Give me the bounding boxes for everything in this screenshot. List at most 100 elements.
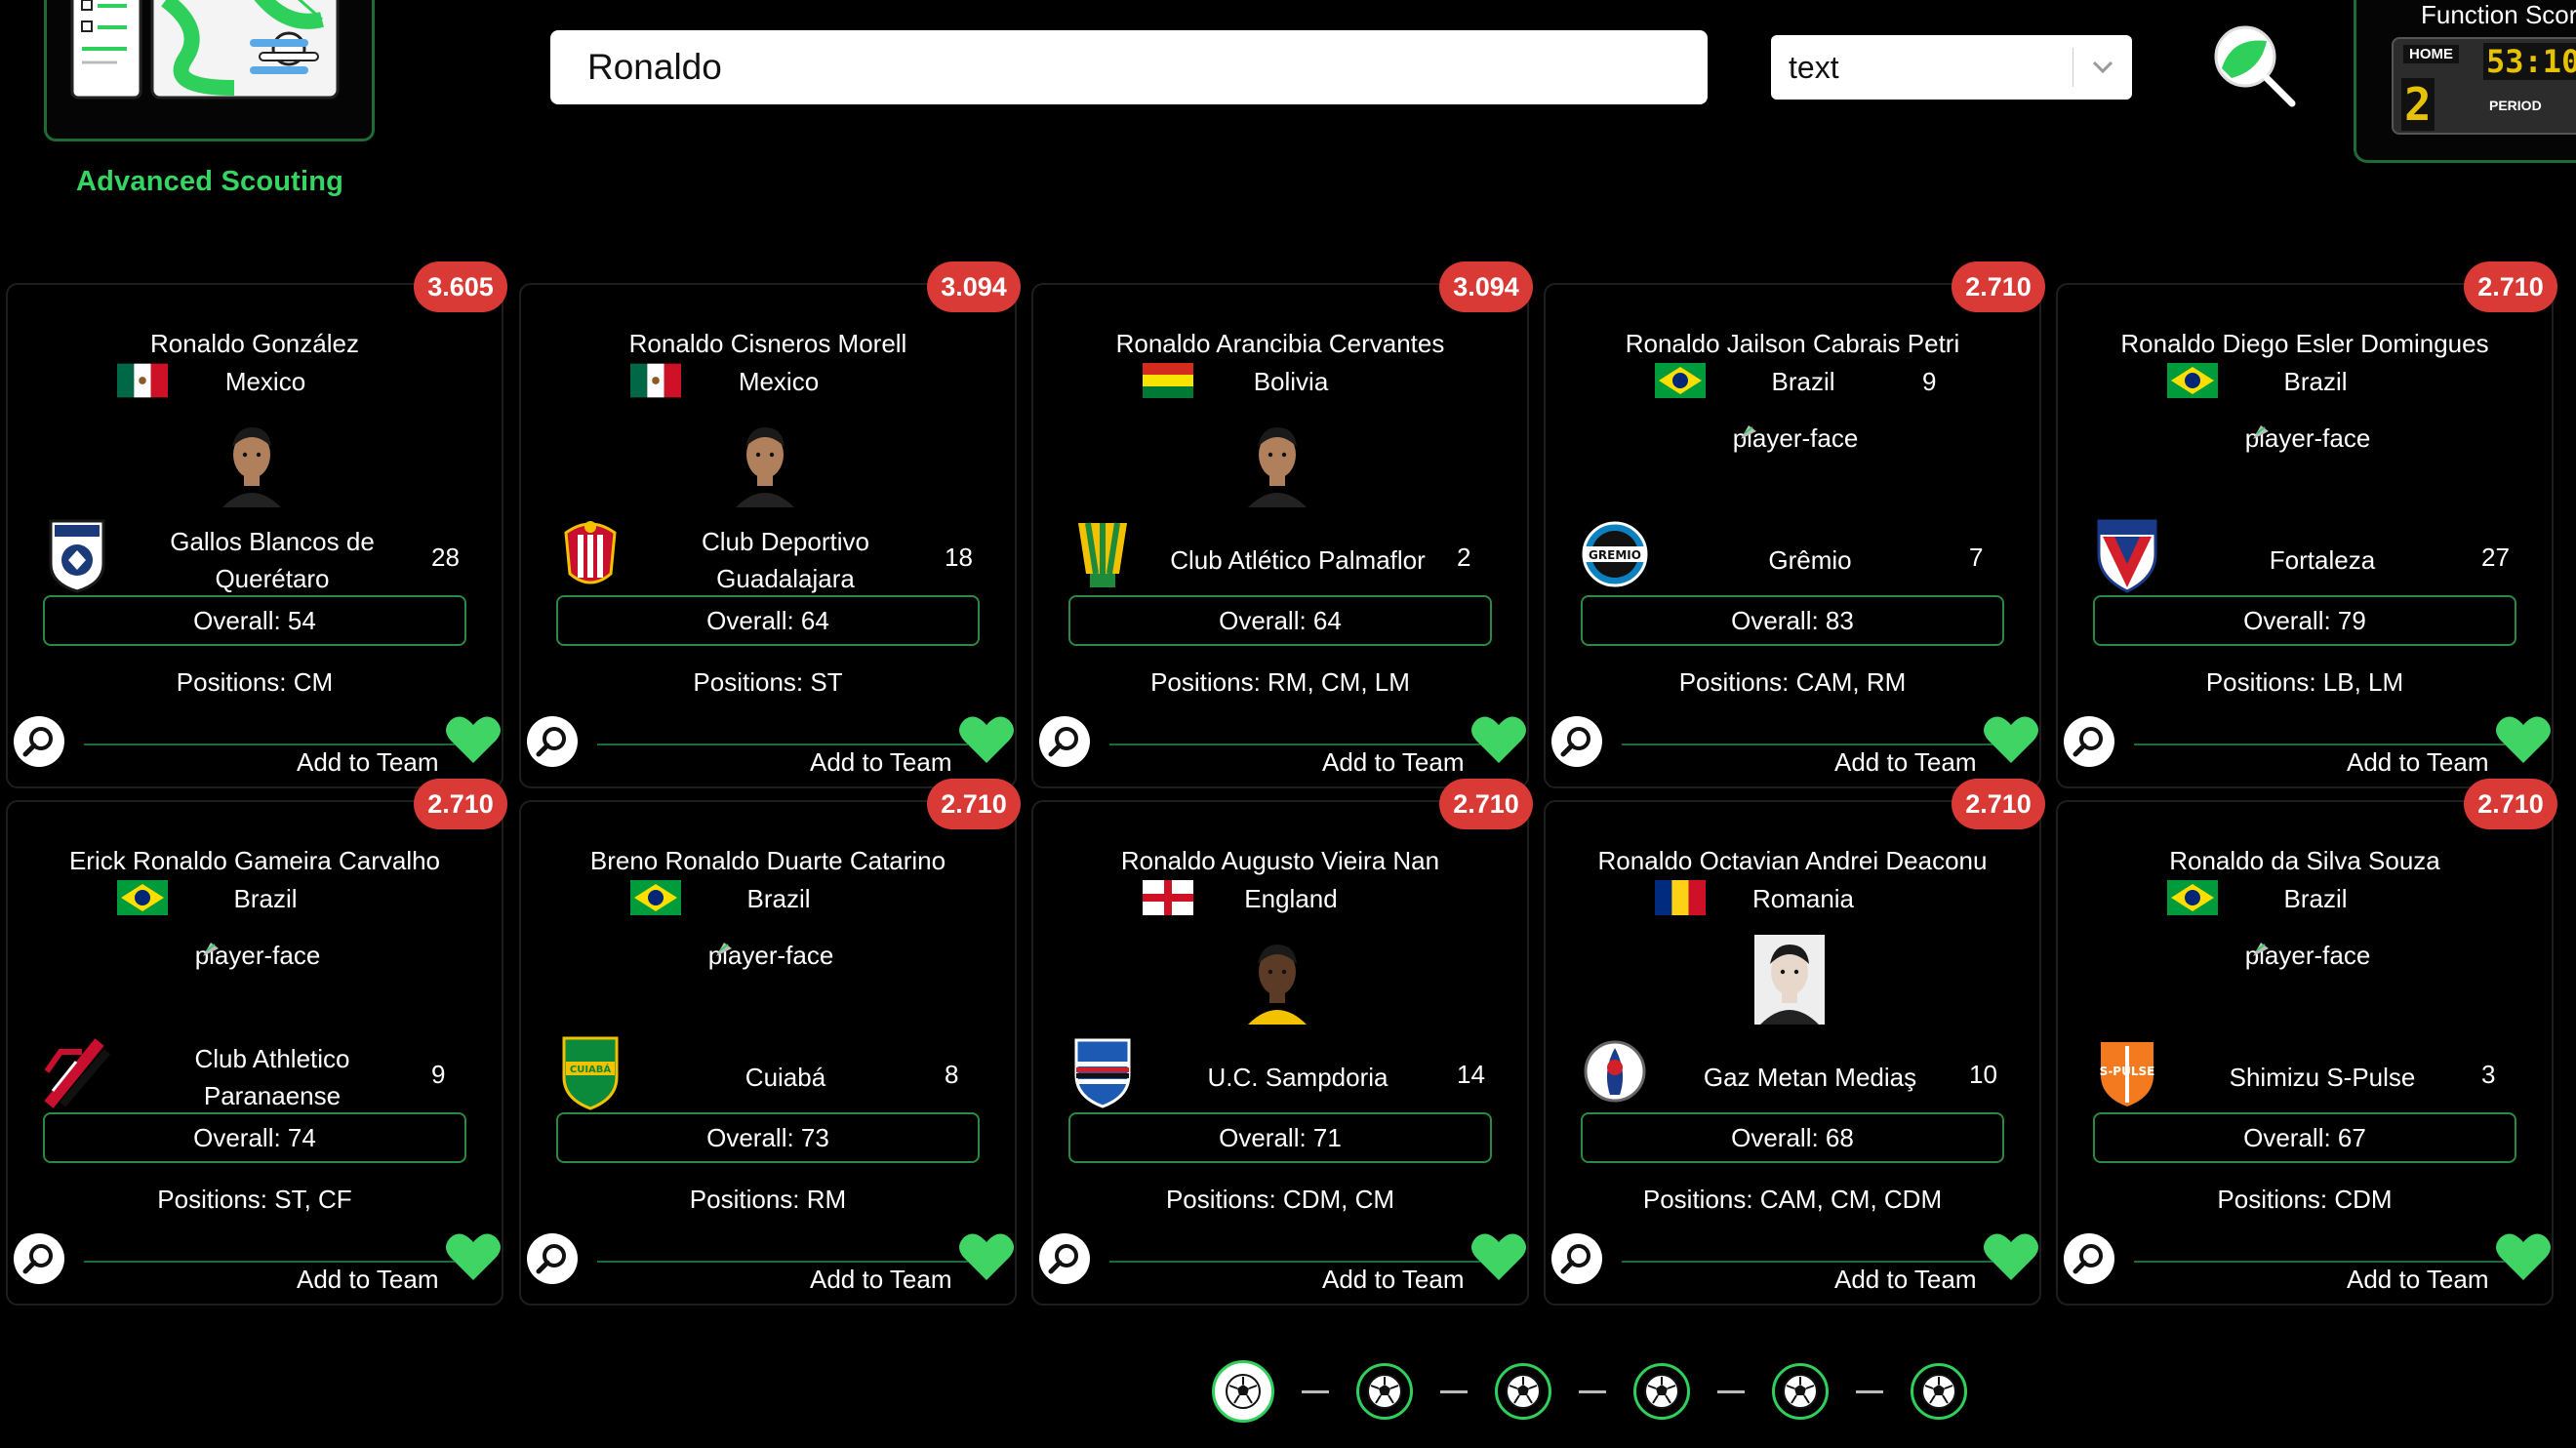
match-score-badge: 2.710 [2464, 779, 2557, 829]
card-divider [1109, 1261, 1480, 1263]
club-logo-icon: CUIABÁ [556, 1032, 624, 1110]
player-name: Ronaldo da Silva Souza [2169, 846, 2440, 875]
page-ball-icon[interactable] [1495, 1363, 1551, 1420]
player-card[interactable]: 2.710 Ronaldo Octavian Andrei Deaconu Roma… [1544, 779, 2045, 1306]
match-score-badge: 2.710 [2464, 261, 2557, 312]
jersey-number: 10 [1969, 1060, 1997, 1089]
jersey-number: 8 [945, 1060, 959, 1089]
player-positions: Positions: CAM, CM, CDM [1642, 1185, 1943, 1214]
club-name: Gallos Blancos de Querétaro [170, 527, 375, 593]
player-card[interactable]: 2.710 Ronaldo Diego Esler Domingues Brazil… [2056, 261, 2557, 788]
heart-icon[interactable] [958, 1231, 1015, 1287]
player-card[interactable]: 3.094 Ronaldo Cisneros Morell Mexico Club D… [519, 261, 1021, 788]
add-to-team-button[interactable]: Add to Team [1834, 1265, 1977, 1295]
player-card[interactable]: 2.710 Erick Ronaldo Gameira Carvalho Brazi… [6, 779, 507, 1306]
player-card[interactable]: 2.710 Ronaldo Augusto Vieira Nan England U.… [1031, 779, 1533, 1306]
view-details-magnifier-icon[interactable] [527, 716, 578, 767]
add-to-team-button[interactable]: Add to Team [297, 747, 439, 778]
player-country: Brazil [2283, 884, 2348, 913]
club-name: Gaz Metan Mediaş [1703, 1063, 1917, 1092]
scoreboard-home-score: 2 [2401, 78, 2435, 131]
jersey-number: 14 [1457, 1060, 1485, 1089]
add-to-team-button[interactable]: Add to Team [2347, 747, 2489, 778]
player-face-broken-image: player-face [1727, 414, 1864, 457]
function-score-panel[interactable]: Function Score HOME 53:10 2 PERIOD 2 [2354, 0, 2576, 163]
player-card[interactable]: 3.605 Ronaldo González Mexico Gallos Blanco… [6, 261, 507, 788]
player-name: Ronaldo Cisneros Morell [628, 329, 907, 358]
player-country: Brazil [1771, 367, 1835, 396]
jersey-number: 27 [2481, 543, 2510, 572]
overall-rating: Overall: 71 [1068, 1112, 1492, 1163]
chevron-down-icon[interactable] [2073, 60, 2132, 74]
add-to-team-button[interactable]: Add to Team [1322, 1265, 1465, 1295]
club-name: Fortaleza [2269, 545, 2376, 575]
heart-icon[interactable] [1983, 1231, 2039, 1287]
add-to-team-button[interactable]: Add to Team [2347, 1265, 2489, 1295]
add-to-team-button[interactable]: Add to Team [297, 1265, 439, 1295]
player-face-broken-image: player-face [2239, 414, 2376, 457]
player-face-broken-image: player-face [703, 931, 839, 974]
heart-icon[interactable] [2495, 714, 2552, 770]
page-ball-icon[interactable] [1356, 1363, 1413, 1420]
view-details-magnifier-icon[interactable] [1551, 1233, 1602, 1284]
club-name: Club Athletico Paranaense [194, 1044, 350, 1110]
add-to-team-button[interactable]: Add to Team [1834, 747, 1977, 778]
search-type-select[interactable]: text [1771, 35, 2132, 100]
club-logo-icon [43, 515, 111, 593]
view-details-magnifier-icon[interactable] [2064, 716, 2114, 767]
view-details-magnifier-icon[interactable] [14, 716, 64, 767]
match-score-badge: 2.710 [414, 779, 507, 829]
player-age: 9 [1922, 367, 1937, 396]
overall-rating: Overall: 83 [1581, 595, 2004, 646]
scouting-board-icon [70, 0, 340, 100]
heart-icon[interactable] [1983, 714, 2039, 770]
match-score-badge: 2.710 [1439, 779, 1533, 829]
match-score-badge: 3.094 [1439, 261, 1533, 312]
player-country: Brazil [2283, 367, 2348, 396]
player-country: Brazil [233, 884, 298, 913]
view-details-magnifier-icon[interactable] [1039, 716, 1090, 767]
view-details-magnifier-icon[interactable] [1551, 716, 1602, 767]
broken-image-icon [2251, 931, 2271, 968]
player-country: Mexico [224, 367, 306, 396]
player-name: Ronaldo Augusto Vieira Nan [1120, 846, 1440, 875]
overall-rating: Overall: 79 [2093, 595, 2516, 646]
player-card[interactable]: 2.710 Ronaldo Jailson Cabrais Petri Brazil… [1544, 261, 2045, 788]
page-ball-icon[interactable] [1633, 1363, 1690, 1420]
player-positions: Positions: ST, CF [157, 1185, 352, 1214]
scoreboard-home-label: HOME [2403, 45, 2459, 63]
page-ball-icon[interactable] [1911, 1363, 1967, 1420]
player-name: Ronaldo González [150, 329, 359, 358]
add-to-team-button[interactable]: Add to Team [810, 747, 952, 778]
heart-icon[interactable] [445, 1231, 502, 1287]
heart-icon[interactable] [1470, 714, 1527, 770]
player-card[interactable]: 3.094 Ronaldo Arancibia Cervantes Bolivia C… [1031, 261, 1533, 788]
add-to-team-button[interactable]: Add to Team [810, 1265, 952, 1295]
player-face-image [1242, 418, 1312, 507]
search-input[interactable] [550, 30, 1708, 104]
broken-image-icon [1739, 414, 1758, 451]
page-ball-icon[interactable] [1212, 1360, 1274, 1423]
card-divider [84, 1261, 455, 1263]
club-logo-icon [1068, 1032, 1137, 1110]
broken-image-icon [714, 931, 734, 968]
heart-icon[interactable] [958, 714, 1015, 770]
add-to-team-button[interactable]: Add to Team [1322, 747, 1465, 778]
app-title: Advanced Scouting [76, 166, 344, 197]
view-details-magnifier-icon[interactable] [527, 1233, 578, 1284]
view-details-magnifier-icon[interactable] [2064, 1233, 2114, 1284]
jersey-number: 2 [1457, 543, 1471, 572]
player-positions: Positions: CDM, CM [1165, 1185, 1395, 1214]
club-name: U.C. Sampdoria [1207, 1063, 1389, 1092]
player-card[interactable]: 2.710 Breno Ronaldo Duarte Catarino Brazil… [519, 779, 1021, 1306]
view-details-magnifier-icon[interactable] [14, 1233, 64, 1284]
page-ball-icon[interactable] [1772, 1363, 1829, 1420]
heart-icon[interactable] [2495, 1231, 2552, 1287]
view-details-magnifier-icon[interactable] [1039, 1233, 1090, 1284]
heart-icon[interactable] [1470, 1231, 1527, 1287]
search-icon[interactable] [2202, 14, 2300, 116]
player-card[interactable]: 2.710 Ronaldo da Silva Souza Brazil player-… [2056, 779, 2557, 1306]
svg-text:S-PULSE: S-PULSE [2100, 1065, 2155, 1078]
heart-icon[interactable] [445, 714, 502, 770]
overall-rating: Overall: 64 [1068, 595, 1492, 646]
